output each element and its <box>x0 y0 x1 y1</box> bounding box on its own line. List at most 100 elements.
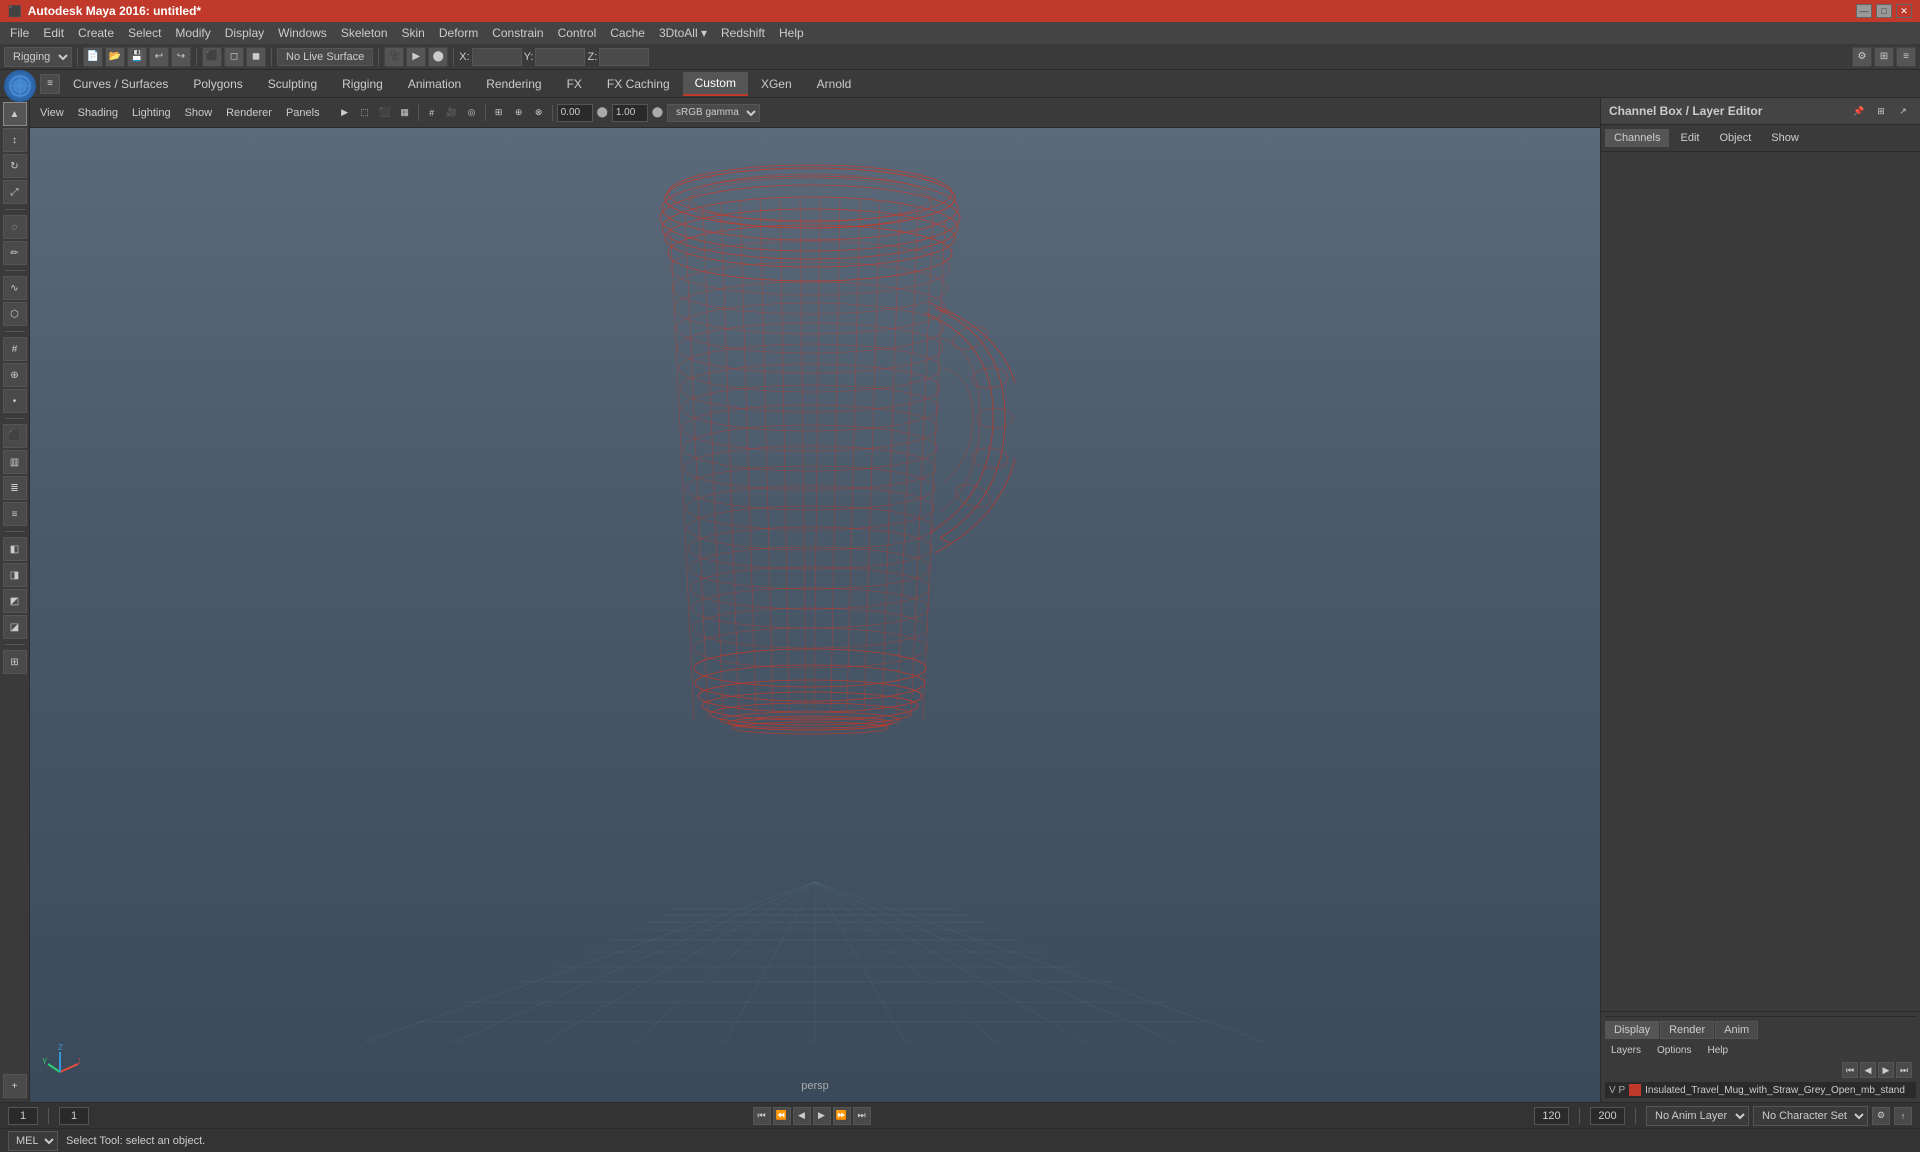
vp-menu-show[interactable]: Show <box>179 105 219 121</box>
camera-settings-btn[interactable]: 🎥 <box>443 104 461 122</box>
tab-rigging[interactable]: Rigging <box>330 72 395 96</box>
maximize-button[interactable]: □ <box>1876 4 1892 18</box>
layer-tab-render[interactable]: Render <box>1660 1021 1714 1039</box>
panel-float-button[interactable]: ↗ <box>1894 102 1912 120</box>
playback-extra-button[interactable]: ↑ <box>1894 1107 1912 1125</box>
tab-fx-caching[interactable]: FX Caching <box>595 72 682 96</box>
end-frame-input[interactable] <box>1534 1107 1569 1125</box>
menu-cache[interactable]: Cache <box>604 24 651 42</box>
character-set-select[interactable]: No Character Set <box>1753 1106 1868 1126</box>
y-input[interactable] <box>535 48 585 66</box>
new-scene-button[interactable]: 📄 <box>83 47 103 67</box>
paint-tool[interactable]: ◼ <box>246 47 266 67</box>
tab-fx[interactable]: FX <box>555 72 594 96</box>
menu-help[interactable]: Help <box>773 24 810 42</box>
save-button[interactable]: 💾 <box>127 47 147 67</box>
tab-channels[interactable]: Channels <box>1605 129 1669 147</box>
tool4[interactable]: ◪ <box>3 615 27 639</box>
tool3[interactable]: ◩ <box>3 589 27 613</box>
menu-redshift[interactable]: Redshift <box>715 24 771 42</box>
menu-3dtall[interactable]: 3DtoAll ▾ <box>653 24 713 42</box>
tab-arnold[interactable]: Arnold <box>805 72 864 96</box>
surface-tool[interactable]: ⬡ <box>3 302 27 326</box>
menu-edit[interactable]: Edit <box>37 24 70 42</box>
render-layer-btn[interactable]: ▥ <box>3 450 27 474</box>
tab-edit[interactable]: Edit <box>1671 129 1708 147</box>
move-tool[interactable]: ↕ <box>3 128 27 152</box>
rigging-dropdown[interactable]: Rigging <box>4 47 72 67</box>
tab-rendering[interactable]: Rendering <box>474 72 553 96</box>
redo-button[interactable]: ↪ <box>171 47 191 67</box>
camera-button[interactable]: 🎥 <box>384 47 404 67</box>
minimize-button[interactable]: — <box>1856 4 1872 18</box>
transform-btn[interactable]: ⊞ <box>490 104 508 122</box>
undo-button[interactable]: ↩ <box>149 47 169 67</box>
bottom-sidebar-btn[interactable]: + <box>3 1074 27 1098</box>
layer-first-button[interactable]: ⏮ <box>1842 1062 1858 1078</box>
lasso-tool[interactable]: ◻ <box>224 47 244 67</box>
snap-grid[interactable]: # <box>3 337 27 361</box>
settings-button[interactable]: ⚙ <box>1852 47 1872 67</box>
attr-editor-btn[interactable]: ≣ <box>3 476 27 500</box>
panel-resize-button[interactable]: ⊞ <box>1872 102 1890 120</box>
start-frame-input[interactable] <box>59 1107 89 1125</box>
menu-file[interactable]: File <box>4 24 35 42</box>
go-start-button[interactable]: ⏮ <box>753 1107 771 1125</box>
grid-btn[interactable]: # <box>423 104 441 122</box>
viewport-area[interactable]: View Shading Lighting Show Renderer Pane… <box>30 98 1600 1102</box>
select-tool[interactable]: ⬛ <box>202 47 222 67</box>
playback-settings-button[interactable]: ⚙ <box>1872 1107 1890 1125</box>
menu-windows[interactable]: Windows <box>272 24 333 42</box>
layer-option-layers[interactable]: Layers <box>1605 1043 1647 1058</box>
gamma-select[interactable]: sRGB gamma <box>667 104 760 122</box>
anim-layer-select[interactable]: No Anim Layer <box>1646 1106 1749 1126</box>
outliner-btn[interactable]: ≡ <box>3 502 27 526</box>
layer-next-button[interactable]: ▶ <box>1878 1062 1894 1078</box>
wireframe-btn[interactable]: ⬚ <box>356 104 374 122</box>
snap-curve[interactable]: ⊕ <box>3 363 27 387</box>
play-back-button[interactable]: ◀ <box>793 1107 811 1125</box>
tool1[interactable]: ◧ <box>3 537 27 561</box>
tab-xgen[interactable]: XGen <box>749 72 804 96</box>
rotate-tool[interactable]: ↻ <box>3 154 27 178</box>
tab-sculpting[interactable]: Sculpting <box>256 72 329 96</box>
display-layer-btn[interactable]: ⬛ <box>3 424 27 448</box>
layer-option-options[interactable]: Options <box>1651 1043 1697 1058</box>
tab-curves-surfaces[interactable]: Curves / Surfaces <box>61 72 180 96</box>
select-arrow-tool[interactable]: ▲ <box>3 102 27 126</box>
textured-btn[interactable]: ▦ <box>396 104 414 122</box>
ipr-button[interactable]: ⬤ <box>428 47 448 67</box>
no-live-surface-button[interactable]: No Live Surface <box>277 48 373 66</box>
layer-row[interactable]: V P Insulated_Travel_Mug_with_Straw_Grey… <box>1605 1082 1916 1098</box>
extra-button[interactable]: ≡ <box>1896 47 1916 67</box>
close-button[interactable]: ✕ <box>1896 4 1912 18</box>
render-button[interactable]: ▶ <box>406 47 426 67</box>
tab-show[interactable]: Show <box>1762 129 1808 147</box>
vp-menu-renderer[interactable]: Renderer <box>220 105 278 121</box>
vp-menu-lighting[interactable]: Lighting <box>126 105 177 121</box>
open-button[interactable]: 📂 <box>105 47 125 67</box>
title-bar-controls[interactable]: — □ ✕ <box>1856 4 1912 18</box>
layer-tab-display[interactable]: Display <box>1605 1021 1659 1039</box>
paint-select[interactable]: ✏ <box>3 241 27 265</box>
go-end-button[interactable]: ⏭ <box>853 1107 871 1125</box>
current-frame-input[interactable] <box>8 1107 38 1125</box>
select-mode-btn[interactable]: ▶ <box>336 104 354 122</box>
measure-btn[interactable]: ⊗ <box>530 104 548 122</box>
range-end-input[interactable] <box>1590 1107 1625 1125</box>
prev-frame-button[interactable]: ⏪ <box>773 1107 791 1125</box>
vp-menu-view[interactable]: View <box>34 105 70 121</box>
menu-skeleton[interactable]: Skeleton <box>335 24 394 42</box>
layer-option-help[interactable]: Help <box>1701 1043 1734 1058</box>
panel-pin-button[interactable]: 📌 <box>1850 102 1868 120</box>
tab-object[interactable]: Object <box>1710 129 1760 147</box>
menu-control[interactable]: Control <box>552 24 603 42</box>
tab-polygons[interactable]: Polygons <box>181 72 254 96</box>
layer-last-button[interactable]: ⏭ <box>1896 1062 1912 1078</box>
snap-point[interactable]: • <box>3 389 27 413</box>
next-frame-button[interactable]: ⏩ <box>833 1107 851 1125</box>
menu-deform[interactable]: Deform <box>433 24 484 42</box>
layer-prev-button[interactable]: ◀ <box>1860 1062 1876 1078</box>
menu-modify[interactable]: Modify <box>169 24 216 42</box>
misc-btn[interactable]: ⊞ <box>3 650 27 674</box>
